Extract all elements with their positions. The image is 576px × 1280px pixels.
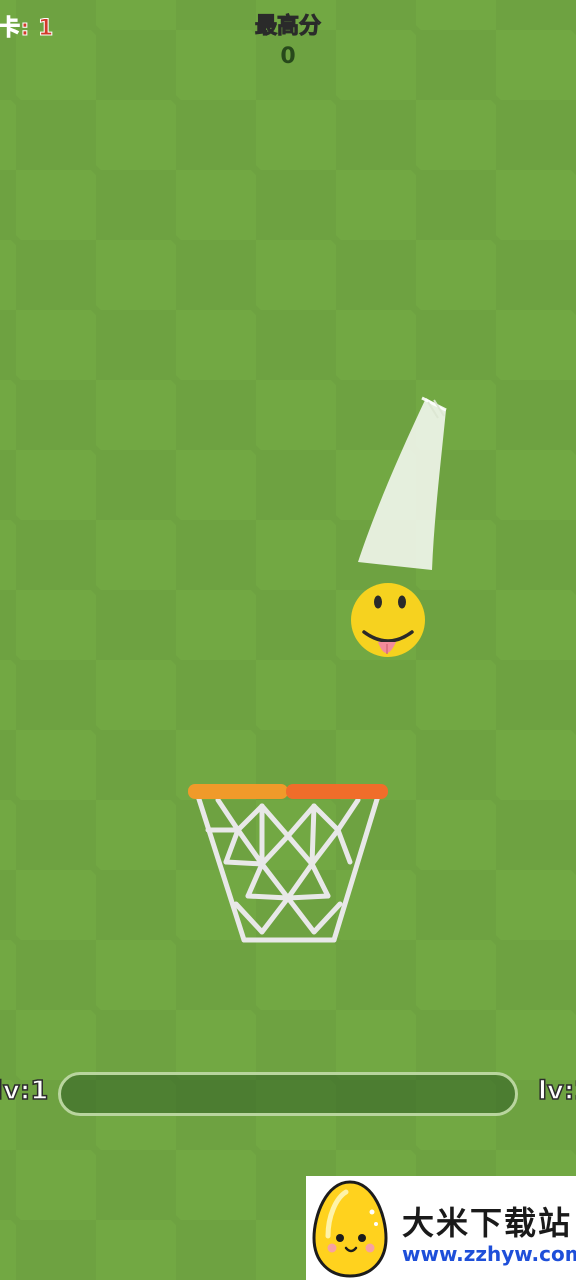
watermark-title: 大米下载站 (402, 1204, 573, 1242)
emoji-ball-icon[interactable] (351, 583, 425, 657)
watermark-url: www.zzhyw.com (402, 1242, 576, 1266)
game-stage[interactable]: 卡: 1 最高分 0 v:1 lv: 大米下载站 www.zzhyw.com (0, 0, 576, 1280)
watermark-panel: 大米下载站 www.zzhyw.com (306, 1176, 576, 1280)
hoop-rim-icon (188, 784, 388, 799)
hoop-net-icon (195, 793, 381, 943)
egg-mascot-logo-icon (312, 1180, 388, 1278)
level-next-label: lv:2 (537, 1075, 576, 1107)
level-start-label: lv:1 (0, 1075, 49, 1107)
level-progress-bar (58, 1072, 518, 1116)
throw-trail-icon (358, 396, 447, 570)
